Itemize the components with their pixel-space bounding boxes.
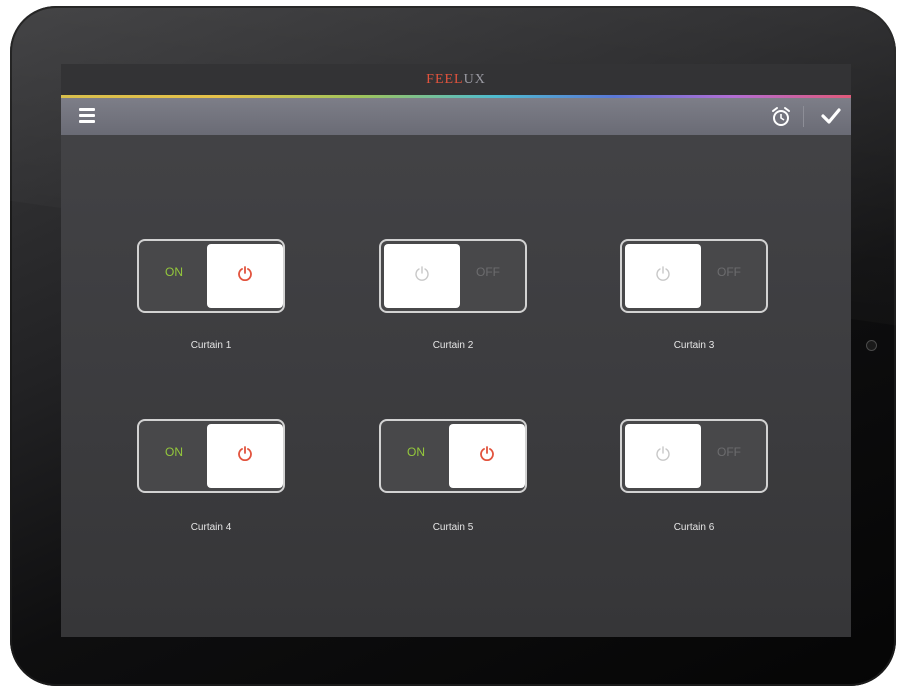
power-icon xyxy=(238,446,252,461)
toggle-state-label: ON xyxy=(407,445,425,459)
curtain-4-label: Curtain 4 xyxy=(190,522,232,533)
logo-text-ux: UX xyxy=(463,72,486,87)
curtain-2-toggle[interactable]: OFF xyxy=(379,239,527,313)
app-screen: FEELUX ON Curtain 1 OFF Curtain 2 OFF Cu… xyxy=(61,64,851,637)
power-icon xyxy=(480,446,494,461)
power-icon xyxy=(238,266,252,281)
toggle-state-label: OFF xyxy=(717,265,741,279)
toolbar xyxy=(61,98,851,135)
power-icon xyxy=(656,266,670,281)
curtain-1-label: Curtain 1 xyxy=(190,340,232,351)
curtain-6-label: Curtain 6 xyxy=(673,522,715,533)
toggle-state-label: OFF xyxy=(717,445,741,459)
curtain-5-toggle[interactable]: ON xyxy=(379,419,527,493)
curtain-1-toggle[interactable]: ON xyxy=(137,239,285,313)
app-logo: FEELUX xyxy=(426,72,486,88)
checkmark-icon[interactable] xyxy=(821,107,841,125)
title-bar: FEELUX xyxy=(61,64,851,95)
power-icon xyxy=(656,446,670,461)
toggle-state-label: OFF xyxy=(476,265,500,279)
menu-icon[interactable] xyxy=(79,108,95,124)
curtain-5-label: Curtain 5 xyxy=(432,522,474,533)
curtain-4-toggle[interactable]: ON xyxy=(137,419,285,493)
power-icon xyxy=(415,266,429,281)
toolbar-divider xyxy=(803,106,804,127)
alarm-clock-icon[interactable] xyxy=(771,106,791,127)
home-button[interactable] xyxy=(866,340,877,351)
toggle-state-label: ON xyxy=(165,445,183,459)
curtain-3-label: Curtain 3 xyxy=(673,340,715,351)
toggle-state-label: ON xyxy=(165,265,183,279)
curtain-6-toggle[interactable]: OFF xyxy=(620,419,768,493)
curtain-2-label: Curtain 2 xyxy=(432,340,474,351)
curtain-3-toggle[interactable]: OFF xyxy=(620,239,768,313)
logo-text-feel: FEEL xyxy=(426,72,464,87)
